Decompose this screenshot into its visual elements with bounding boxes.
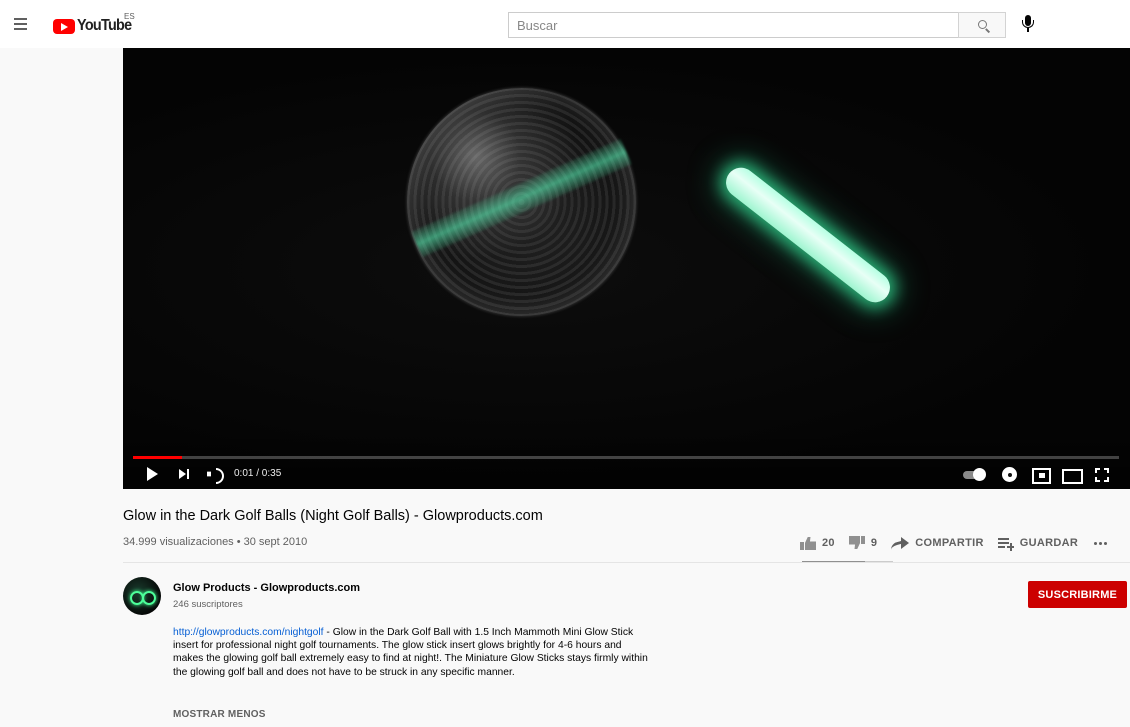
search-button[interactable] <box>958 12 1006 38</box>
play-icon[interactable] <box>145 463 161 485</box>
autoplay-toggle-icon[interactable] <box>963 463 987 485</box>
share-button[interactable]: COMPARTIR <box>891 536 984 550</box>
player-controls: 0:01 / 0:35 <box>123 459 1130 489</box>
share-label: COMPARTIR <box>915 537 984 549</box>
video-title: Glow in the Dark Golf Balls (Night Golf … <box>123 508 543 524</box>
like-button[interactable]: 20 <box>800 536 835 550</box>
subscriber-count: 246 suscriptores <box>173 599 243 610</box>
thumbs-up-icon <box>800 536 816 550</box>
more-icon[interactable] <box>1094 541 1108 545</box>
thumbs-down-icon <box>849 536 865 550</box>
fullscreen-icon[interactable] <box>1093 463 1111 485</box>
search-icon <box>978 20 987 29</box>
dislike-count: 9 <box>870 537 878 549</box>
glow-stick-image <box>719 161 897 309</box>
next-icon[interactable] <box>177 463 193 485</box>
video-description: http://glowproducts.com/nightgolf - Glow… <box>173 626 648 679</box>
voice-search-button[interactable] <box>1018 14 1038 34</box>
time-display: 0:01 / 0:35 <box>234 468 282 479</box>
dislike-button[interactable]: 9 <box>849 536 877 550</box>
video-player[interactable]: 0:01 / 0:35 <box>123 48 1130 489</box>
masthead: YouTube ES <box>0 0 1130 48</box>
gear-icon[interactable] <box>1001 463 1019 485</box>
view-count-date: 34.999 visualizaciones • 30 sept 2010 <box>123 536 308 548</box>
golf-ball-image <box>407 88 636 316</box>
search-box <box>508 12 959 38</box>
share-icon <box>891 536 910 550</box>
action-bar: 20 9 COMPARTIR GUARDAR <box>800 530 1108 556</box>
channel-name[interactable]: Glow Products - Glowproducts.com <box>173 582 360 594</box>
save-playlist-icon <box>997 536 1014 551</box>
save-button[interactable]: GUARDAR <box>997 536 1079 551</box>
show-less-button[interactable]: MOSTRAR MENOS <box>173 709 266 720</box>
search-input[interactable] <box>509 13 958 37</box>
channel-avatar[interactable] <box>123 577 161 615</box>
save-label: GUARDAR <box>1019 537 1079 549</box>
subscribe-button[interactable]: SUSCRIBIRME <box>1028 581 1127 608</box>
like-count: 20 <box>822 537 835 549</box>
theater-mode-icon[interactable] <box>1061 463 1083 485</box>
video-frame[interactable] <box>123 48 1130 489</box>
volume-icon[interactable] <box>205 463 227 485</box>
description-link[interactable]: http://glowproducts.com/nightgolf <box>173 627 324 638</box>
country-code: ES <box>124 12 135 21</box>
divider <box>123 562 1130 563</box>
miniplayer-icon[interactable] <box>1031 463 1051 485</box>
menu-icon[interactable] <box>10 12 34 36</box>
youtube-logo-icon <box>53 18 75 34</box>
